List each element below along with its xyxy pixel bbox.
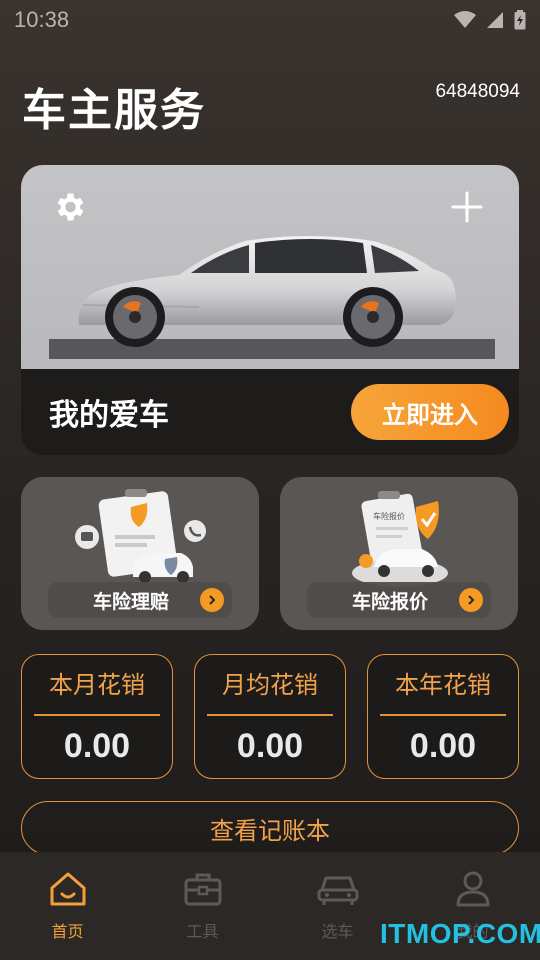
header: 车主服务 64848094 (22, 74, 520, 138)
chevron-right-icon (459, 588, 483, 612)
add-car-icon[interactable] (449, 189, 485, 225)
stat-value: 0.00 (236, 727, 304, 765)
stat-monthly-spend: 本月花销 0.00 (21, 654, 173, 779)
wifi-icon (454, 11, 476, 28)
my-car-label: 我的爱车 (49, 398, 169, 433)
stat-monthly-average: 月均花销 0.00 (194, 654, 346, 779)
stat-value: 0.00 (63, 727, 131, 765)
insurance-claim-card[interactable]: 车险理赔 (21, 477, 259, 630)
insurance-quote-pill: 车险报价 (307, 582, 491, 618)
stat-divider (34, 714, 160, 716)
insurance-quote-label: 车险报价 (351, 590, 428, 613)
gear-icon[interactable] (51, 189, 87, 225)
quote-sheet-text: 车险报价 (373, 511, 405, 521)
insurance-claim-label: 车险理赔 (92, 590, 169, 613)
car-icon (317, 876, 358, 905)
user-id: 64848094 (435, 81, 520, 102)
enter-now-button[interactable]: 立即进入 (351, 384, 509, 440)
car-illustration (49, 236, 495, 359)
status-time: 10:38 (14, 7, 70, 32)
insurance-quote-illustration: 车险报价 (352, 491, 448, 587)
car-image (21, 165, 519, 369)
stat-yearly-spend: 本年花销 0.00 (367, 654, 519, 779)
insurance-quote-card[interactable]: 车险报价 车险报价 (280, 477, 518, 630)
tab-home[interactable]: 首页 (0, 852, 135, 960)
stat-divider (380, 714, 506, 716)
tab-tools[interactable]: 工具 (135, 852, 270, 960)
tab-label: 首页 (51, 922, 84, 941)
stat-divider (207, 714, 333, 716)
insurance-claim-pill: 车险理赔 (48, 582, 232, 618)
stat-value: 0.00 (409, 727, 477, 765)
car-card-footer: 我的爱车 立即进入 (21, 369, 519, 455)
my-car-card: 我的爱车 立即进入 (21, 165, 519, 455)
tab-label: 工具 (186, 922, 219, 941)
stat-label: 月均花销 (222, 671, 318, 699)
view-ledger-button[interactable]: 查看记账本 (21, 801, 519, 855)
status-bar: 10:38 (0, 0, 540, 40)
insurance-claim-illustration (75, 489, 206, 583)
stat-label: 本年花销 (395, 671, 491, 699)
watermark: ITMOP.COM (380, 918, 540, 949)
toolbox-icon (184, 873, 221, 906)
user-icon (456, 871, 489, 907)
battery-icon (514, 10, 526, 30)
chevron-right-icon (200, 588, 224, 612)
home-icon (50, 872, 85, 906)
page-title: 车主服务 (22, 85, 206, 136)
tab-label: 选车 (321, 922, 354, 941)
stat-label: 本月花销 (49, 671, 145, 699)
signal-icon (487, 12, 503, 28)
status-icons (454, 10, 526, 30)
